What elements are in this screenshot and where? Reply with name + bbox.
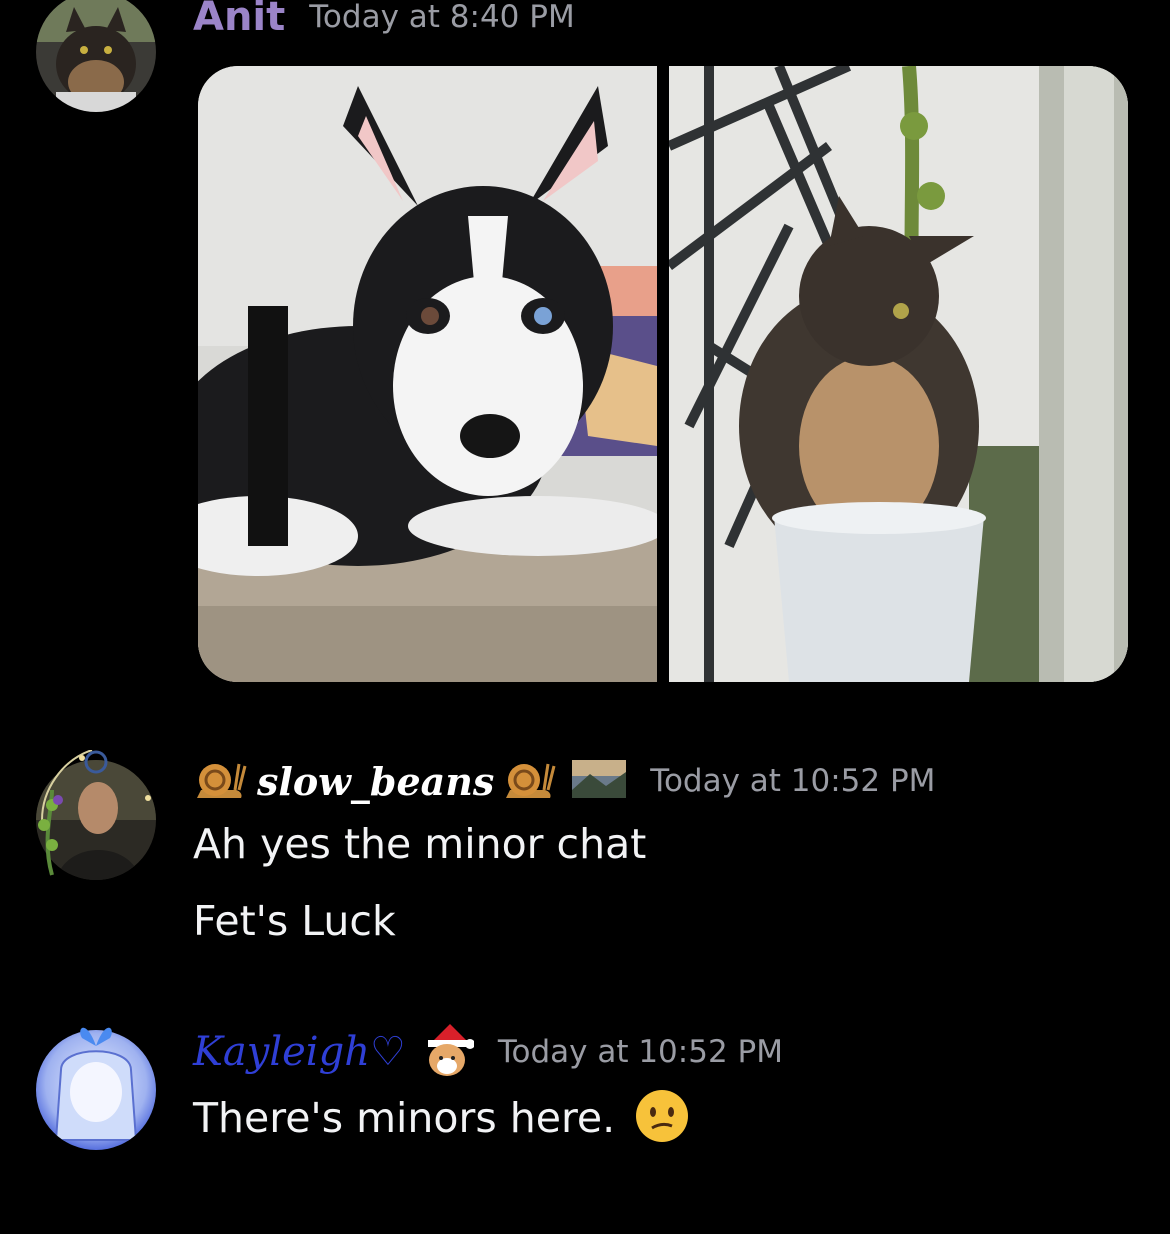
anime-girl-avatar-icon (36, 1030, 156, 1150)
cat-avatar-icon (36, 0, 156, 112)
santa-cat-icon (420, 1022, 475, 1082)
timestamp: Today at 8:40 PM (309, 0, 575, 35)
tortoiseshell-cat-in-pot-photo-icon (669, 66, 1128, 682)
avatar-kayleigh[interactable] (36, 1030, 156, 1150)
message-text: There's minors here. (193, 1094, 616, 1142)
snail-icon (193, 754, 249, 808)
butterfly-decoration-icon (80, 1027, 112, 1046)
username-kayleigh[interactable]: Kayleigh♡ (193, 1029, 406, 1075)
snail-icon (502, 754, 558, 808)
timestamp: Today at 10:52 PM (497, 1034, 783, 1070)
confused-face-icon (634, 1088, 690, 1154)
husky-puppy-photo-icon (198, 66, 657, 682)
image-attachment-cat[interactable] (669, 66, 1128, 682)
message-text-line: There's minors here. (193, 1088, 690, 1154)
image-attachments (198, 66, 1128, 682)
vine-decoration-icon (38, 750, 151, 876)
message-kayleigh: Kayleigh♡ Today at 10:52 PM There's mino… (0, 1010, 1170, 1210)
image-attachment-husky[interactable] (198, 66, 657, 682)
username-anit[interactable]: Anit (193, 0, 285, 40)
timestamp: Today at 10:52 PM (650, 763, 936, 799)
message-anit: Anit Today at 8:40 PM (0, 0, 1170, 700)
landscape-badge-icon (572, 760, 627, 802)
message-text-line: Fet's Luck (193, 897, 396, 945)
message-text-line: Ah yes the minor chat (193, 820, 647, 868)
avatar-anit[interactable] (36, 0, 156, 112)
chat-message-list: Anit Today at 8:40 PM slow_beans Today a… (0, 0, 1170, 1234)
username-slow-beans[interactable]: slow_beans (257, 759, 494, 804)
message-slow-beans: slow_beans Today at 10:52 PM Ah yes the … (0, 740, 1170, 970)
